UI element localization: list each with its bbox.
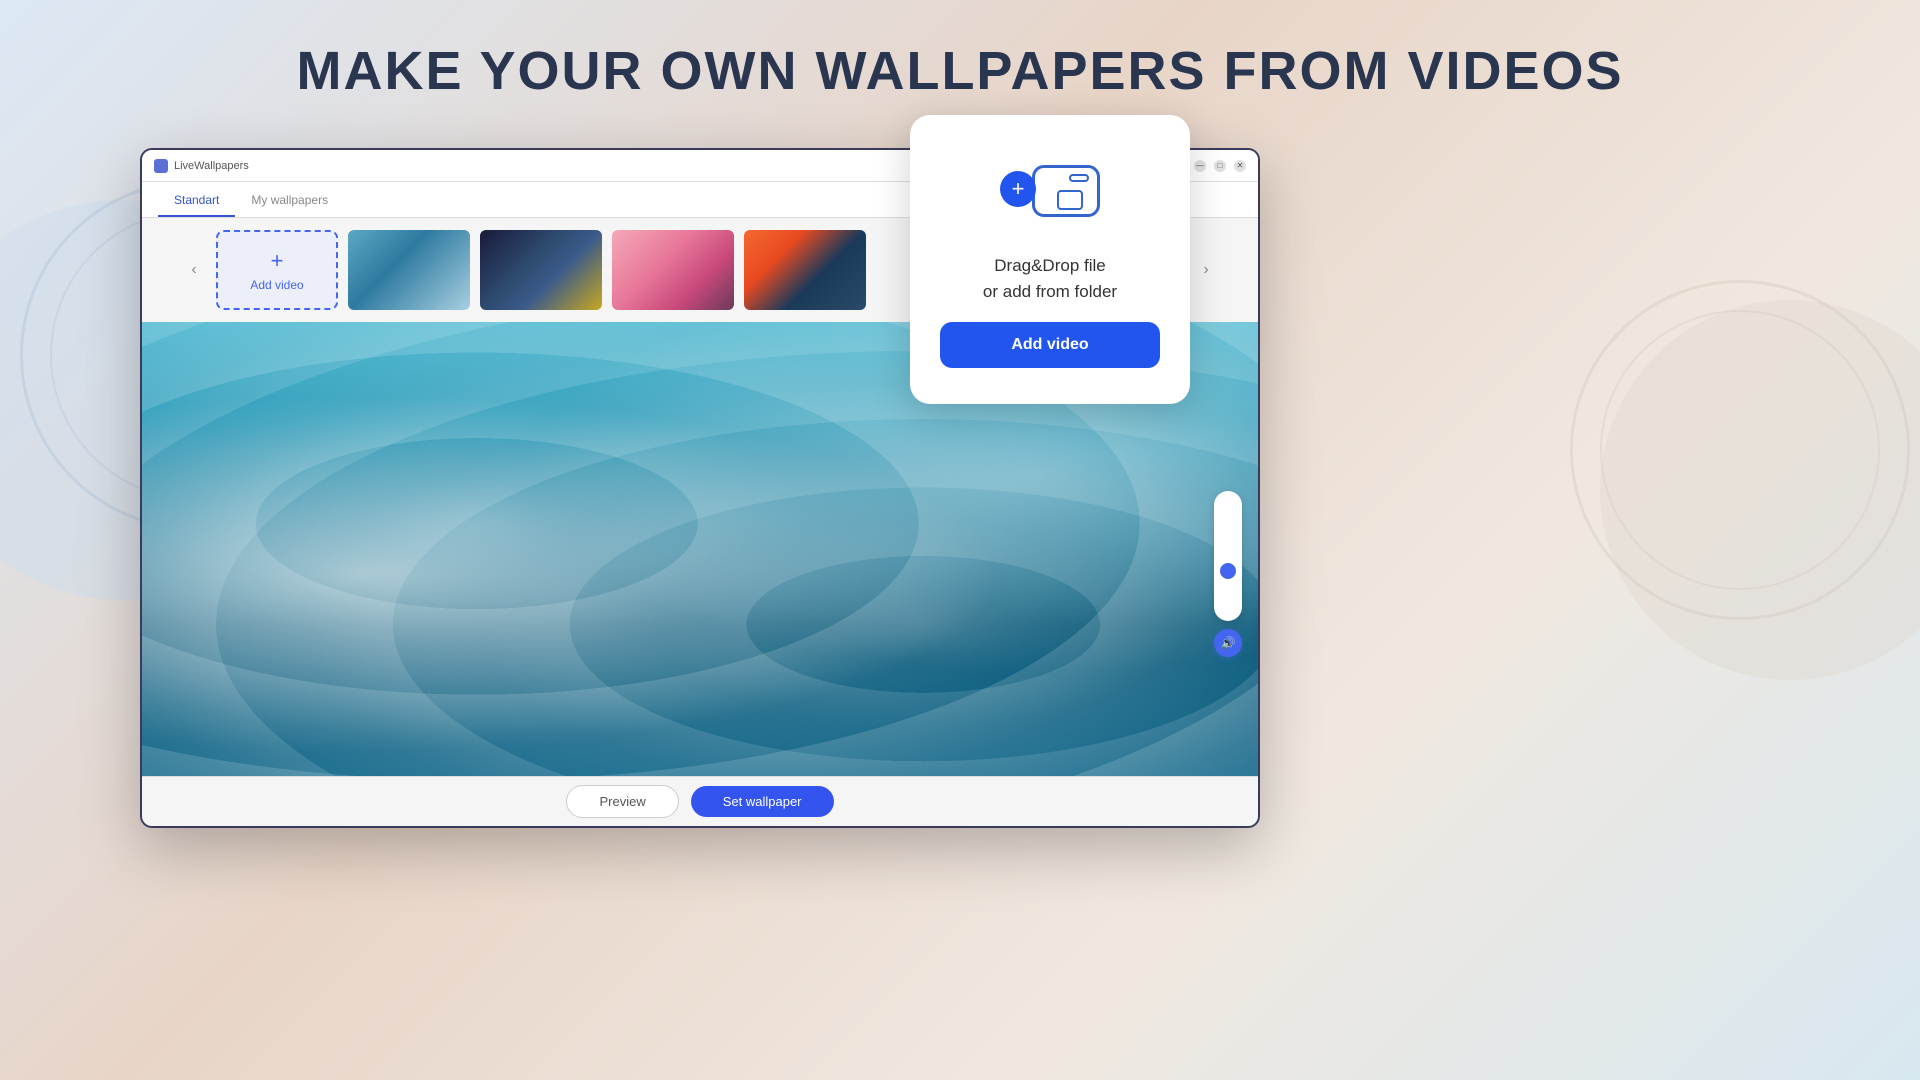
minimize-button[interactable]: —: [1194, 160, 1206, 172]
tab-standart[interactable]: Standart: [158, 185, 235, 217]
maximize-button[interactable]: □: [1214, 160, 1226, 172]
camera-body-icon: [1032, 165, 1100, 217]
volume-icon: 🔊: [1221, 636, 1236, 650]
volume-control: 🔊: [1214, 491, 1242, 657]
add-video-plus-icon: +: [271, 248, 284, 274]
add-video-popup: + Drag&Drop file or add from folder Add …: [910, 115, 1190, 404]
popup-plus-icon: +: [1012, 176, 1025, 202]
carousel-next-button[interactable]: ›: [1194, 258, 1218, 282]
add-video-card[interactable]: + Add video: [216, 230, 338, 310]
thumbnail-4[interactable]: [744, 230, 866, 310]
camera-notch-icon: [1069, 174, 1089, 182]
volume-thumb[interactable]: [1220, 563, 1236, 579]
tab-my-wallpapers[interactable]: My wallpapers: [235, 185, 344, 217]
app-title: LiveWallpapers: [174, 160, 249, 172]
app-icon: [154, 159, 168, 173]
page-title: MAKE YOUR OWN WALLPAPERS FROM VIDEOS: [0, 40, 1920, 102]
camera-lens-icon: [1057, 190, 1083, 210]
add-video-label: Add video: [250, 278, 303, 292]
bottom-bar: Preview Set wallpaper: [142, 776, 1258, 826]
popup-description: Drag&Drop file or add from folder: [983, 253, 1117, 304]
popup-add-video-button[interactable]: Add video: [940, 322, 1160, 368]
volume-track[interactable]: [1214, 491, 1242, 621]
preview-button[interactable]: Preview: [566, 785, 678, 818]
thumbnail-1[interactable]: [348, 230, 470, 310]
thumbnail-2[interactable]: [480, 230, 602, 310]
popup-icon: +: [1000, 155, 1100, 235]
carousel-prev-button[interactable]: ‹: [182, 258, 206, 282]
close-button[interactable]: ✕: [1234, 160, 1246, 172]
thumbnail-3[interactable]: [612, 230, 734, 310]
window-controls: — □ ✕: [1194, 160, 1246, 172]
popup-plus-circle: +: [1000, 171, 1036, 207]
set-wallpaper-button[interactable]: Set wallpaper: [691, 786, 834, 817]
volume-button[interactable]: 🔊: [1214, 629, 1242, 657]
